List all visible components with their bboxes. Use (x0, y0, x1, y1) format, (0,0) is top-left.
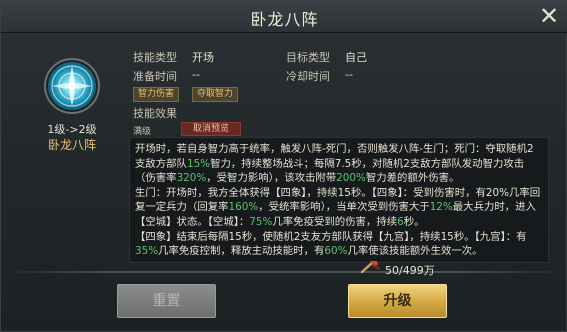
effect-text: 智力差的额外伤害。 (365, 172, 460, 185)
cost-text: 50/499万 (385, 264, 435, 277)
skill-type-value: 开场 (192, 51, 214, 64)
effect-label: 技能效果 (133, 107, 177, 120)
skill-upgrade-panel: 卧龙八阵 ✕ 1级->2级 卧龙八阵 技能类型 开场 目标类型 自己 准备时间 … (0, 0, 567, 332)
window-title: 卧龙八阵 (250, 10, 319, 29)
effect-text: 几率使该技能额外生效一次。 (347, 245, 483, 258)
skill-name: 卧龙八阵 (47, 138, 96, 152)
effect-text: 几率免疫受到的伤害，持续 (272, 215, 398, 228)
effect-highlight-value: 12% (429, 201, 453, 214)
effect-text: ，受统率影响），当单次受到伤害大于 (258, 201, 430, 214)
reset-button[interactable]: 重置 (117, 284, 216, 318)
hammer-token-icon (360, 261, 380, 274)
effect-text: ，受智力影响），该攻击附带 (206, 172, 337, 185)
effect-highlight-value: 160% (228, 201, 259, 214)
tag-int-damage: 智力伤害 (133, 87, 180, 102)
title-bar: 卧龙八阵 ✕ (1, 1, 567, 33)
tag-steal-int: 夺取智力 (192, 87, 239, 102)
effect-highlight-value: 200% (336, 172, 366, 185)
effect-highlight-value: 6 (397, 215, 404, 228)
effect-text: 秒。 (403, 215, 425, 228)
effect-highlight-value: 320% (176, 172, 207, 185)
upgrade-button[interactable]: 升级 (348, 284, 447, 318)
effect-highlight-value: 35% (135, 245, 159, 258)
effect-highlight-value: 15% (186, 157, 211, 170)
cancel-preview-tab[interactable]: 取消预览 (181, 122, 241, 136)
effect-highlight-value: 75% (249, 215, 273, 228)
bagua-vortex-icon (44, 58, 100, 114)
effect-text: 【四象】结束后每隔15秒，使随机2支友方部队获得【九宫】，持续15秒。【九宫】：… (135, 230, 527, 243)
max-level-tab[interactable]: 满级 (133, 124, 151, 137)
effect-description: 开场时，若自身智力高于统率，触发八阵-死门，否则触发八阵-生门；死门：夺取随机2… (129, 137, 549, 263)
prepare-time-label: 准备时间 (133, 70, 177, 83)
cooldown-value: -- (345, 68, 353, 81)
effect-highlight-value: 60% (324, 245, 348, 258)
cooldown-label: 冷却时间 (286, 70, 330, 83)
divider (1, 271, 567, 273)
close-icon[interactable]: ✕ (537, 4, 561, 29)
skill-type-label: 技能类型 (133, 51, 177, 64)
prepare-time-value: -- (192, 68, 200, 81)
level-progress-text: 1级->2级 (47, 123, 97, 136)
target-type-label: 目标类型 (286, 51, 330, 64)
target-type-value: 自己 (345, 51, 367, 64)
effect-text: 几率免疫控制，释放主动技能时，有 (158, 245, 325, 258)
